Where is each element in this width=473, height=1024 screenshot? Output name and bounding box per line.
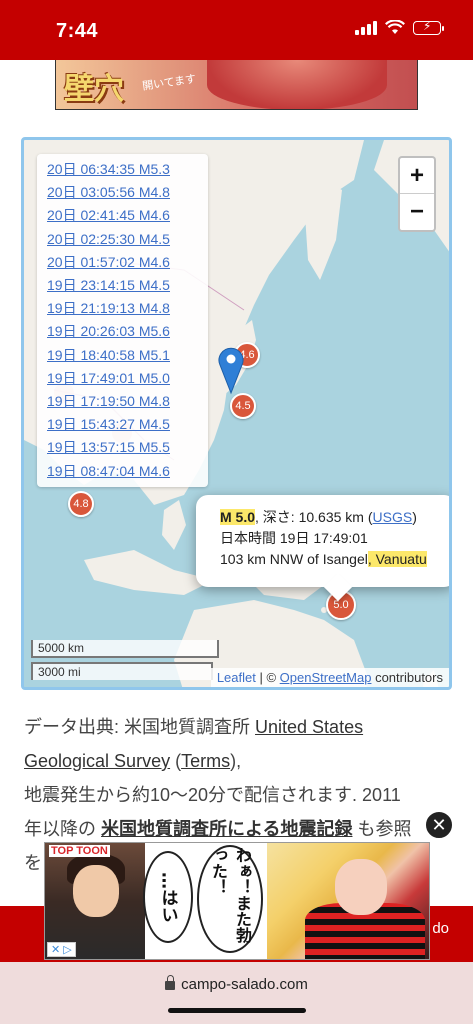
popup-magnitude: M 5.0 — [220, 509, 256, 525]
quake-link[interactable]: 19日 21:19:13 M4.8 — [47, 297, 208, 320]
banner-title: 壁穴 — [64, 72, 124, 107]
records-suffix: も参照 — [352, 819, 412, 839]
usgs-source-link[interactable]: United States — [255, 717, 363, 737]
signal-icon — [355, 20, 377, 35]
wifi-icon — [385, 20, 405, 34]
scale-km: 5000 km — [31, 640, 219, 658]
popup-line-1: M 5.0, 深さ: 10.635 km (USGS) — [220, 507, 449, 528]
popup-depth: , 深さ: 10.635 km ( — [255, 509, 373, 525]
popup-time: 日本時間 19日 17:49:01 — [220, 530, 368, 546]
lock-icon — [165, 975, 176, 990]
scale-mi: 3000 mi — [31, 662, 213, 680]
paren-open: ( — [170, 751, 182, 771]
ad-speech-bubble: …はい — [143, 851, 193, 943]
quake-link[interactable]: 19日 23:14:15 M4.5 — [47, 274, 208, 297]
quake-link[interactable]: 20日 06:34:35 M5.3 — [47, 158, 208, 181]
leaflet-link[interactable]: Leaflet — [217, 670, 256, 685]
records-link[interactable]: 米国地質調査所による地震記録 — [101, 819, 352, 839]
status-bar: 7:44 ⚡ — [0, 0, 473, 60]
quake-link[interactable]: 19日 20:26:03 M5.6 — [47, 320, 208, 343]
ad-choices-icon[interactable]: ✕ ▷ — [47, 942, 76, 957]
usgs-source-link-cont[interactable]: Geological Survey — [24, 751, 170, 771]
records-line-end: を — [24, 853, 42, 873]
battery-icon: ⚡ — [413, 19, 444, 35]
footer-bar-text: do — [432, 920, 449, 937]
source-label: データ出典: 米国地質調査所 — [24, 717, 256, 737]
banner-artwork — [207, 60, 387, 109]
attribution-sep: | © — [255, 670, 280, 685]
zoom-out-button[interactable]: − — [400, 194, 434, 230]
bottom-ad[interactable]: …はい わぁ！また勃った！ TOP TOON ✕ ▷ — [44, 842, 430, 960]
banner-subtitle: 開いてます — [141, 73, 197, 93]
status-icons: ⚡ — [355, 19, 444, 35]
zoom-in-button[interactable]: + — [400, 158, 434, 194]
delivery-note: 地震発生から約10〜20分で配信されます. 2011 — [24, 785, 401, 805]
home-indicator[interactable] — [168, 1008, 306, 1013]
quake-link[interactable]: 20日 03:05:56 M4.8 — [47, 181, 208, 204]
earthquake-map[interactable]: + − 4.6 4.5 4.8 5.0 20日 06:34:35 M5.3 20… — [21, 137, 452, 690]
ad-art-face — [335, 859, 387, 915]
popup-location: 103 km NNW of Isangel, Vanuatu — [220, 549, 449, 570]
quake-link[interactable]: 19日 08:47:04 M4.6 — [47, 460, 208, 483]
quake-marker[interactable]: 4.8 — [68, 491, 94, 517]
quake-link[interactable]: 20日 02:25:30 M4.5 — [47, 228, 208, 251]
terms-link[interactable]: Terms — [181, 751, 230, 771]
map-attribution: Leaflet | © OpenStreetMap contributors — [210, 668, 449, 687]
quake-link[interactable]: 19日 13:57:15 M5.5 — [47, 436, 208, 459]
zoom-control: + − — [398, 156, 436, 232]
quake-link[interactable]: 20日 01:57:02 M4.6 — [47, 251, 208, 274]
quake-link[interactable]: 19日 18:40:58 M5.1 — [47, 344, 208, 367]
osm-link[interactable]: OpenStreetMap — [280, 670, 372, 685]
quake-popup: M 5.0, 深さ: 10.635 km (USGS) 日本時間 19日 17:… — [196, 495, 449, 587]
popup-depth-close: ) — [412, 509, 417, 525]
browser-url-bar[interactable]: campo-salado.com — [0, 962, 473, 1024]
quake-link[interactable]: 19日 15:43:27 M4.5 — [47, 413, 208, 436]
ad-speech-bubble: わぁ！また勃った！ — [197, 845, 263, 953]
url-domain: campo-salado.com — [181, 976, 308, 993]
close-ad-button[interactable]: ✕ — [424, 810, 454, 840]
quake-link[interactable]: 19日 17:49:01 M5.0 — [47, 367, 208, 390]
quake-link[interactable]: 20日 02:41:45 M4.6 — [47, 204, 208, 227]
top-banner-ad[interactable]: 壁穴 開いてます — [55, 60, 418, 110]
map-pin-icon[interactable] — [218, 345, 244, 395]
quake-list: 20日 06:34:35 M5.3 20日 03:05:56 M4.8 20日 … — [37, 154, 208, 487]
status-time: 7:44 — [56, 20, 99, 42]
quake-marker[interactable]: 4.5 — [230, 393, 256, 419]
quake-link[interactable]: 19日 17:19:50 M4.8 — [47, 390, 208, 413]
paren-close: ), — [230, 751, 242, 771]
url-display[interactable]: campo-salado.com — [0, 975, 473, 993]
attribution-suffix: contributors — [371, 670, 443, 685]
popup-location-a: 103 km NNW of Isangel — [220, 551, 368, 567]
records-prefix: 年以降の — [24, 819, 102, 839]
ad-brand-logo: TOP TOON — [49, 845, 110, 857]
usgs-link[interactable]: USGS — [373, 509, 413, 525]
popup-location-b: , Vanuatu — [367, 551, 427, 567]
